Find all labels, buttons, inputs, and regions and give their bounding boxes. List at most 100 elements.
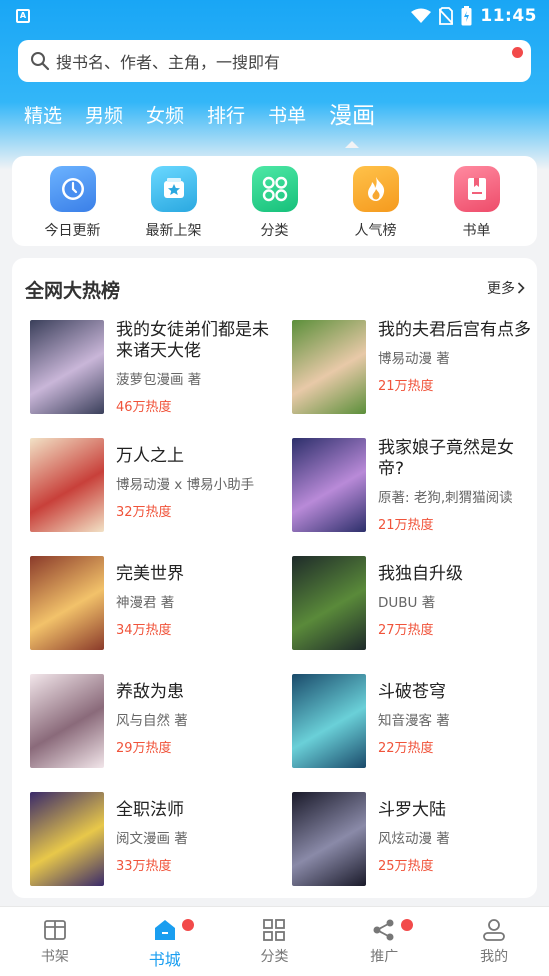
notification-dot <box>181 919 194 931</box>
book-title[interactable]: 我独自升级 <box>378 564 536 585</box>
flame-icon <box>352 166 399 212</box>
book-item[interactable]: 万人之上 博易动漫 x 博易小助手 32万热度 <box>30 438 285 534</box>
book-heat: 29万热度 <box>116 741 172 756</box>
book-info: 万人之上 博易动漫 x 博易小助手 32万热度 <box>116 438 274 534</box>
nav-category[interactable]: 分类 <box>220 907 330 976</box>
book-title[interactable]: 我的夫君后宫有点多 <box>378 320 536 341</box>
quick-entry-label: 今日更新 <box>44 223 101 239</box>
book-author: 菠萝包漫画 著 <box>116 372 202 388</box>
book-heat: 34万热度 <box>116 623 172 638</box>
status-time: 11:45 <box>480 6 537 26</box>
book-title[interactable]: 全职法师 <box>116 800 274 821</box>
book-cover[interactable] <box>292 792 366 886</box>
book-author: 风与自然 著 <box>116 713 188 729</box>
bottom-navigation: 书架 书城 分类 推广 我的 <box>0 906 549 976</box>
shelf-icon <box>43 920 66 940</box>
book-info: 我的女徒弟们都是未来诸天大佬 菠萝包漫画 著 46万热度 <box>116 320 274 416</box>
more-label: 更多 <box>487 281 515 297</box>
book-item[interactable]: 我的女徒弟们都是未来诸天大佬 菠萝包漫画 著 46万热度 <box>30 320 285 416</box>
book-cover[interactable] <box>30 674 104 768</box>
no-sim-icon <box>439 7 454 25</box>
star-box-icon <box>150 166 197 212</box>
tab-comics[interactable]: 漫画 <box>329 98 376 148</box>
battery-charging-icon <box>461 6 472 26</box>
book-title[interactable]: 斗罗大陆 <box>378 800 536 821</box>
search-placeholder[interactable]: 搜书名、作者、主角，一搜即有 <box>56 49 280 73</box>
book-info: 全职法师 阅文漫画 著 33万热度 <box>116 792 274 888</box>
quick-entry-today-update[interactable]: 今日更新 <box>28 166 118 246</box>
book-info: 我独自升级 DUBU 著 27万热度 <box>378 556 536 652</box>
nav-promote[interactable]: 推广 <box>329 907 439 976</box>
book-item[interactable]: 斗破苍穹 知音漫客 著 22万热度 <box>292 674 547 770</box>
more-link[interactable]: 更多 <box>487 278 525 298</box>
category-tabs: 精选 男频 女频 排行 书单 漫画 <box>24 98 398 148</box>
search-icon <box>31 52 50 71</box>
quick-entry-panel: 今日更新 最新上架 分类 人气榜 书单 <box>12 156 537 246</box>
nav-bookstore[interactable]: 书城 <box>110 907 220 976</box>
book-item[interactable]: 我家娘子竟然是女帝? 原著: 老狗,刺猬猫阅读 21万热度 <box>292 438 547 534</box>
book-author: 风炫动漫 著 <box>378 831 450 847</box>
clock-icon <box>49 166 96 212</box>
book-item[interactable]: 我独自升级 DUBU 著 27万热度 <box>292 556 547 652</box>
bookmark-icon <box>453 166 500 212</box>
quick-entry-category[interactable]: 分类 <box>230 166 320 246</box>
book-heat: 33万热度 <box>116 859 172 874</box>
book-item[interactable]: 完美世界 神漫君 著 34万热度 <box>30 556 285 652</box>
book-cover[interactable] <box>30 320 104 414</box>
nav-label: 推广 <box>370 949 399 965</box>
nav-label: 我的 <box>480 949 509 965</box>
book-heat: 21万热度 <box>378 518 434 533</box>
book-cover[interactable] <box>30 438 104 532</box>
tab-booklist[interactable]: 书单 <box>268 98 306 138</box>
nav-label: 分类 <box>260 949 289 965</box>
book-heat: 21万热度 <box>378 379 434 394</box>
chevron-right-icon <box>517 282 525 294</box>
book-cover[interactable] <box>30 556 104 650</box>
tab-male[interactable]: 男频 <box>85 98 123 138</box>
search-bar[interactable]: 搜书名、作者、主角，一搜即有 <box>18 40 531 82</box>
book-item[interactable]: 斗罗大陆 风炫动漫 著 25万热度 <box>292 792 547 888</box>
book-cover[interactable] <box>30 792 104 886</box>
book-cover[interactable] <box>292 674 366 768</box>
book-author: 原著: 老狗,刺猬猫阅读 <box>378 490 513 506</box>
status-bar: A 11:45 <box>0 0 549 32</box>
tab-featured[interactable]: 精选 <box>24 98 62 138</box>
grid-icon <box>251 166 298 212</box>
nav-profile[interactable]: 我的 <box>439 907 549 976</box>
book-cover[interactable] <box>292 320 366 414</box>
book-heat: 46万热度 <box>116 400 172 415</box>
user-icon <box>483 919 505 941</box>
tab-comics-label: 漫画 <box>329 103 376 129</box>
book-info: 我的夫君后宫有点多 博易动漫 著 21万热度 <box>378 320 536 416</box>
book-title[interactable]: 万人之上 <box>116 446 274 467</box>
book-info: 我家娘子竟然是女帝? 原著: 老狗,刺猬猫阅读 21万热度 <box>378 438 536 534</box>
tab-ranking[interactable]: 排行 <box>207 98 245 138</box>
book-title[interactable]: 斗破苍穹 <box>378 682 536 703</box>
book-author: 神漫君 著 <box>116 595 175 611</box>
section-title: 全网大热榜 <box>25 280 121 302</box>
book-title[interactable]: 我的女徒弟们都是未来诸天大佬 <box>116 320 274 362</box>
quick-entry-label: 分类 <box>260 223 289 239</box>
book-item[interactable]: 全职法师 阅文漫画 著 33万热度 <box>30 792 285 888</box>
book-author: DUBU 著 <box>378 595 436 611</box>
quick-entry-booklist[interactable]: 书单 <box>432 166 522 246</box>
quick-entry-label: 人气榜 <box>354 223 397 239</box>
book-title[interactable]: 我家娘子竟然是女帝? <box>378 438 536 480</box>
book-cover[interactable] <box>292 556 366 650</box>
quick-entry-popular[interactable]: 人气榜 <box>331 166 421 246</box>
category-icon <box>263 919 286 941</box>
book-title[interactable]: 完美世界 <box>116 564 274 585</box>
quick-entry-new-arrivals[interactable]: 最新上架 <box>129 166 219 246</box>
book-info: 养敌为患 风与自然 著 29万热度 <box>116 674 274 770</box>
share-icon <box>373 919 394 941</box>
book-cover[interactable] <box>292 438 366 532</box>
book-item[interactable]: 我的夫君后宫有点多 博易动漫 著 21万热度 <box>292 320 547 416</box>
book-info: 斗罗大陆 风炫动漫 著 25万热度 <box>378 792 536 888</box>
book-author: 阅文漫画 著 <box>116 831 188 847</box>
book-info: 斗破苍穹 知音漫客 著 22万热度 <box>378 674 536 770</box>
app-notification-icon: A <box>16 9 30 23</box>
book-title[interactable]: 养敌为患 <box>116 682 274 703</box>
nav-bookshelf[interactable]: 书架 <box>0 907 110 976</box>
tab-female[interactable]: 女频 <box>146 98 184 138</box>
book-item[interactable]: 养敌为患 风与自然 著 29万热度 <box>30 674 285 770</box>
